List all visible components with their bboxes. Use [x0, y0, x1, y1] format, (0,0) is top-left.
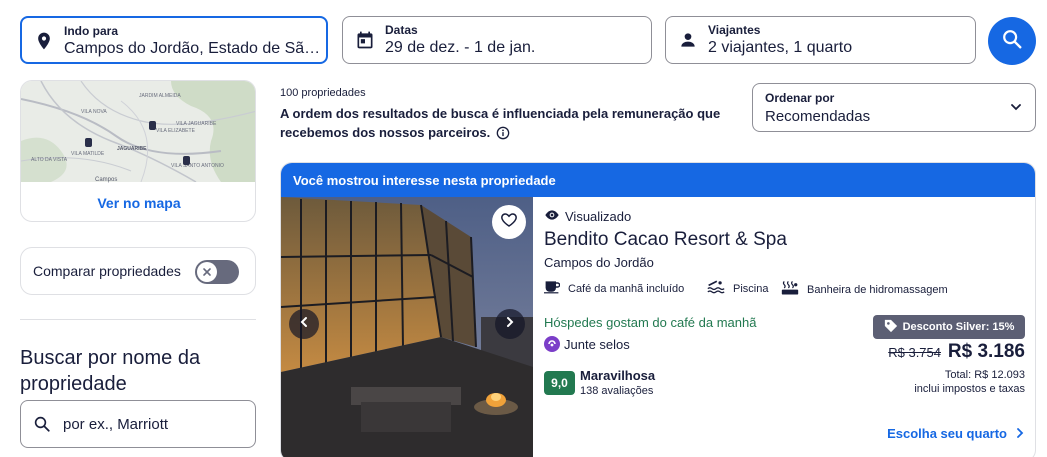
map-preview[interactable]: VILA NOVA JARDIM ALMEIDA VILA JAGUARIBE …	[21, 81, 255, 183]
pool-icon	[707, 280, 725, 297]
ranking-disclaimer: A ordem dos resultados de busca é influe…	[280, 104, 750, 145]
original-price: R$ 3.754	[888, 345, 941, 360]
loyalty-stamps: Junte selos	[544, 336, 630, 352]
results-count: 100 propriedades	[280, 87, 366, 99]
previous-photo-button[interactable]	[289, 309, 319, 339]
view-on-map-link[interactable]: Ver no mapa	[21, 182, 255, 221]
discount-label: Desconto Silver: 15%	[902, 321, 1015, 333]
map-label: JARDIM ALMEIDA	[139, 93, 181, 99]
dates-label: Datas	[385, 23, 418, 37]
interest-banner: Você mostrou interesse nesta propriedade	[281, 163, 1035, 197]
viewed-label: Visualizado	[565, 209, 632, 224]
map-label: VILA ELIZABETE	[156, 128, 195, 134]
compare-toggle[interactable]	[195, 260, 239, 284]
current-price: R$ 3.186	[947, 341, 1025, 362]
property-photo[interactable]	[281, 197, 533, 457]
chevron-left-icon	[298, 315, 310, 333]
chevron-right-icon	[504, 315, 516, 333]
map-label: VILA MATILDE	[71, 151, 105, 157]
guest-highlight: Hóspedes gostam do café da manhã	[544, 315, 757, 330]
choose-room-link[interactable]: Escolha seu quarto	[887, 426, 1025, 441]
search-by-name-title: Buscar por nome da propriedade	[20, 347, 201, 395]
info-icon[interactable]	[496, 126, 510, 145]
property-city: Campos do Jordão	[544, 255, 654, 270]
review-count: 138 avaliações	[580, 385, 654, 397]
amenity-label: Banheira de hidromassagem	[807, 283, 948, 296]
eye-icon	[544, 209, 560, 224]
destination-field[interactable]: Indo para Campos do Jordão, Estado de Sã…	[20, 16, 328, 64]
stamp-icon	[544, 336, 560, 352]
next-photo-button[interactable]	[495, 309, 525, 339]
location-pin-icon	[34, 31, 54, 51]
map-card[interactable]: VILA NOVA JARDIM ALMEIDA VILA JAGUARIBE …	[20, 80, 256, 222]
amenity-pool: Piscina	[707, 280, 768, 297]
sort-value: Recomendadas	[765, 108, 871, 125]
viewed-indicator: Visualizado	[544, 209, 631, 224]
divider	[20, 319, 256, 320]
rating-word: Maravilhosa	[580, 368, 656, 383]
search-button[interactable]	[988, 17, 1036, 65]
dates-value: 29 de dez. - 1 de jan.	[385, 39, 536, 56]
destination-value: Campos do Jordão, Estado de São Paulo	[64, 40, 322, 57]
compare-properties-card[interactable]: Comparar propriedades	[20, 247, 256, 295]
dates-field[interactable]: Datas 29 de dez. - 1 de jan.	[342, 16, 652, 64]
map-label: JAGUARIBE	[117, 146, 147, 152]
taxes-note: inclui impostos e taxas	[914, 383, 1025, 395]
sort-label: Ordenar por	[765, 91, 835, 105]
coffee-cup-icon	[544, 280, 561, 297]
property-info: Visualizado Bendito Cacao Resort & Spa C…	[533, 197, 1035, 457]
chevron-down-icon	[1009, 100, 1023, 119]
calendar-icon	[355, 30, 375, 50]
hot-tub-icon	[781, 280, 799, 299]
rating-score-badge: 9,0	[544, 371, 575, 395]
property-name[interactable]: Bendito Cacao Resort & Spa	[544, 229, 787, 251]
loyalty-label: Junte selos	[564, 336, 630, 352]
map-label: VILA NOVA	[81, 109, 107, 115]
amenity-breakfast: Café da manhã incluído	[544, 280, 684, 297]
total-price: Total: R$ 12.093	[944, 369, 1025, 381]
amenity-label: Café da manhã incluído	[568, 282, 685, 295]
map-label: VILA JAGUARIBE	[176, 121, 217, 127]
map-pin	[183, 156, 190, 165]
map-label: ALTO DA VISTA	[31, 157, 68, 163]
destination-label: Indo para	[64, 24, 119, 38]
property-name-placeholder: por ex., Marriott	[63, 416, 169, 433]
travelers-field[interactable]: Viajantes 2 viajantes, 1 quarto	[665, 16, 976, 64]
travelers-value: 2 viajantes, 1 quarto	[708, 39, 853, 56]
close-icon	[197, 262, 217, 282]
map-pin	[149, 121, 156, 130]
amenity-label: Piscina	[733, 282, 769, 295]
choose-room-label: Escolha seu quarto	[887, 426, 1007, 441]
person-icon	[678, 30, 698, 50]
discount-badge: Desconto Silver: 15%	[873, 315, 1025, 339]
sort-dropdown[interactable]: Ordenar por Recomendadas	[752, 83, 1036, 132]
chevron-right-icon	[1015, 426, 1025, 441]
heart-icon	[500, 211, 518, 234]
search-icon	[33, 415, 51, 438]
compare-label: Comparar propriedades	[33, 263, 181, 279]
search-icon	[1001, 28, 1023, 55]
property-card[interactable]: Você mostrou interesse nesta propriedade	[280, 162, 1036, 457]
travelers-label: Viajantes	[708, 23, 761, 37]
map-label: VILA SANTO ANTONIO	[171, 163, 224, 169]
property-name-input[interactable]: por ex., Marriott	[20, 400, 256, 448]
tag-icon	[884, 319, 898, 336]
map-pin	[85, 138, 92, 147]
amenity-hot-tub: Banheira de hidromassagem	[781, 280, 948, 299]
favorite-button[interactable]	[492, 205, 526, 239]
